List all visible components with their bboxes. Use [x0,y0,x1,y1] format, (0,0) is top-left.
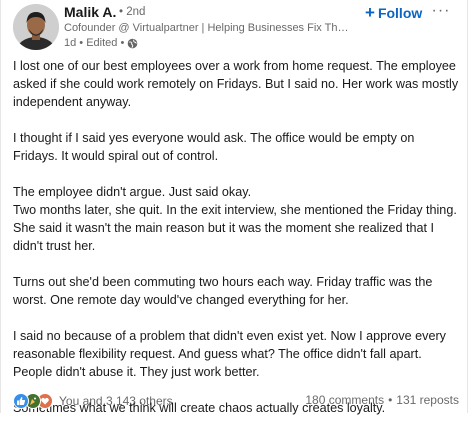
more-icon: ··· [431,2,451,19]
social-counts-bar: You and 3,143 others 180 comments • 131 … [13,393,459,409]
post-paragraph: The employee didn't argue. Just said oka… [13,185,252,199]
reaction-count: You and 3,143 others [59,394,173,408]
author-name[interactable]: Malik A. [64,4,116,20]
count-separator: • [388,393,393,407]
post-body: I lost one of our best employees over a … [13,57,459,435]
post-paragraph: I thought if I said yes everyone would a… [13,131,415,163]
plus-icon: + [365,2,375,22]
engagement-counts: 180 comments • 131 reposts [305,393,459,407]
follow-label: Follow [377,5,423,21]
post-card: Malik A. • 2nd Cofounder @ Virtualpartne… [0,0,468,415]
reactions-summary[interactable]: You and 3,143 others [13,393,173,409]
more-options-button[interactable]: ··· [429,2,453,20]
reposts-count[interactable]: 131 reposts [396,393,459,407]
connection-degree: • 2nd [119,6,146,18]
post-paragraph: Turns out she'd been commuting two hours… [13,275,433,307]
avatar-photo [13,4,59,50]
post-paragraph: Two months later, she quit. In the exit … [13,203,457,253]
follow-button[interactable]: + Follow [361,3,426,23]
post-time: 1d • Edited • [64,37,125,49]
globe-icon [127,38,138,48]
author-headline[interactable]: Cofounder @ Virtualpartner | Helping Bus… [64,22,349,34]
post-meta: 1d • Edited • [64,37,138,49]
author-avatar[interactable] [13,4,59,50]
post-paragraph: I said no because of a problem that didn… [13,329,446,379]
comments-count[interactable]: 180 comments [305,393,384,407]
post-paragraph: I lost one of our best employees over a … [13,59,459,109]
like-reaction-icon [13,393,29,409]
